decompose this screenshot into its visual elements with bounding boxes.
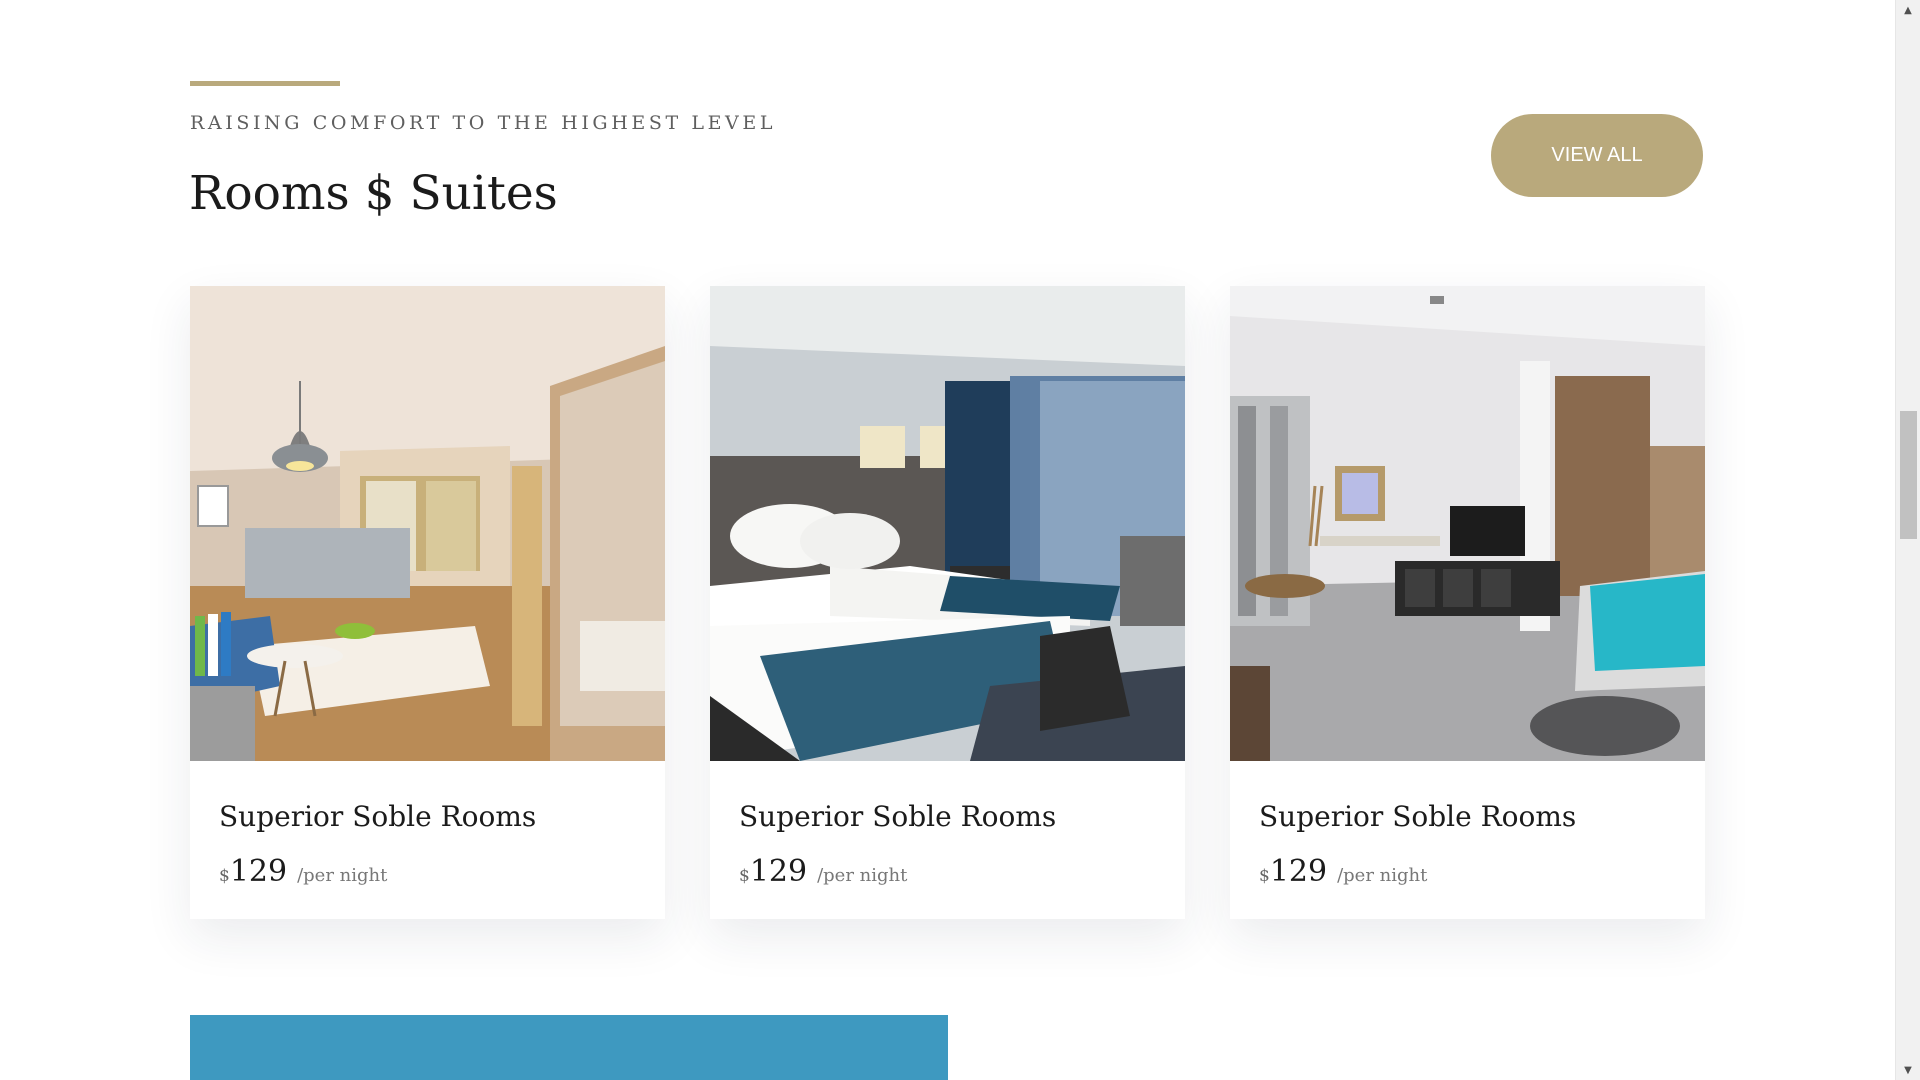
room-price: $ 129 /per night — [739, 854, 907, 889]
room-card[interactable]: Superior Soble Rooms $ 129 /per night — [190, 286, 665, 919]
room-price: $ 129 /per night — [1259, 854, 1427, 889]
room-card[interactable]: Superior Soble Rooms $ 129 /per night — [1230, 286, 1705, 919]
section-accent-line — [190, 81, 340, 86]
page-scrollbar[interactable]: ▲ ▼ — [1895, 0, 1920, 1080]
page: RAISING COMFORT TO THE HIGHEST LEVEL Roo… — [0, 0, 1920, 1080]
room-card[interactable]: Superior Soble Rooms $ 129 /per night — [710, 286, 1185, 919]
room-price: $ 129 /per night — [219, 854, 387, 889]
room-image-warm-wood[interactable] — [190, 286, 665, 761]
price-amount: 129 — [749, 854, 808, 889]
room-image-modern-suite[interactable] — [1230, 286, 1705, 761]
section-title: Rooms $ Suites — [189, 166, 558, 221]
scrollbar-thumb[interactable] — [1900, 411, 1917, 539]
price-currency: $ — [1259, 866, 1270, 886]
room-title[interactable]: Superior Soble Rooms — [219, 800, 536, 833]
price-per-night: /per night — [817, 865, 908, 886]
price-amount: 129 — [229, 854, 288, 889]
price-per-night: /per night — [297, 865, 388, 886]
rooms-section: RAISING COMFORT TO THE HIGHEST LEVEL Roo… — [0, 0, 1896, 1080]
price-currency: $ — [219, 866, 230, 886]
section-eyebrow: RAISING COMFORT TO THE HIGHEST LEVEL — [190, 112, 777, 134]
scroll-up-arrow-icon[interactable]: ▲ — [1896, 0, 1920, 20]
next-section-banner — [190, 1015, 948, 1080]
view-all-button[interactable]: VIEW ALL — [1491, 114, 1703, 197]
price-currency: $ — [739, 866, 750, 886]
room-image-twin-bed[interactable] — [710, 286, 1185, 761]
scroll-down-arrow-icon[interactable]: ▼ — [1896, 1060, 1920, 1080]
price-per-night: /per night — [1337, 865, 1428, 886]
room-title[interactable]: Superior Soble Rooms — [739, 800, 1056, 833]
room-title[interactable]: Superior Soble Rooms — [1259, 800, 1576, 833]
price-amount: 129 — [1269, 854, 1328, 889]
